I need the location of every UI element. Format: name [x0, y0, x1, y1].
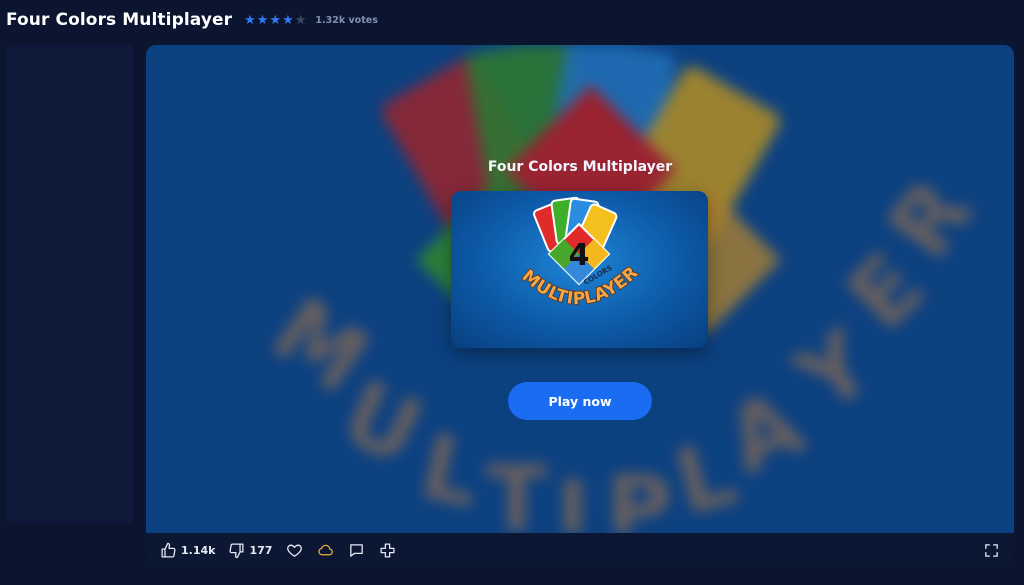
page-title: Four Colors Multiplayer: [6, 10, 233, 30]
logo-number: 4: [569, 238, 590, 273]
cloud-save-button[interactable]: [317, 542, 334, 559]
dislike-count: 177: [249, 543, 273, 557]
star-icon[interactable]: ★: [295, 14, 307, 27]
fullscreen-button[interactable]: [983, 542, 1000, 559]
dislike-button[interactable]: 177: [228, 542, 272, 559]
favorite-button[interactable]: [286, 542, 303, 559]
game-title: Four Colors Multiplayer: [487, 159, 673, 175]
add-button[interactable]: [379, 542, 396, 559]
comments-button[interactable]: [348, 542, 365, 559]
like-count: 1.14k: [181, 543, 216, 557]
star-icon[interactable]: ★: [244, 14, 256, 27]
sidebar: [6, 45, 133, 523]
thumbs-down-icon: [229, 542, 244, 558]
heart-icon: [287, 544, 303, 557]
comment-icon: [350, 543, 364, 557]
game-toolbar: 1.14k 177: [146, 533, 1014, 567]
star-rating[interactable]: ★ ★ ★ ★ ★: [244, 14, 306, 27]
game-thumbnail[interactable]: 4 COLORS MULTIPLAYER: [451, 191, 708, 348]
cloud-icon: [318, 544, 334, 555]
play-now-button[interactable]: Play now: [508, 382, 652, 420]
header: Four Colors Multiplayer ★ ★ ★ ★ ★ 1.32k vote…: [0, 0, 1024, 40]
star-icon[interactable]: ★: [257, 14, 269, 27]
star-icon[interactable]: ★: [282, 14, 294, 27]
fullscreen-icon: [985, 543, 998, 557]
thumbs-up-icon: [161, 542, 176, 558]
plus-icon: [380, 542, 395, 558]
star-icon[interactable]: ★: [269, 14, 281, 27]
like-button[interactable]: 1.14k: [160, 542, 215, 559]
game-frame[interactable]: M U L T I P L A Y E R Four Colors Multip…: [146, 45, 1014, 533]
votes-count: 1.32k votes: [315, 14, 378, 26]
game-logo: 4 COLORS MULTIPLAYER: [517, 196, 643, 310]
